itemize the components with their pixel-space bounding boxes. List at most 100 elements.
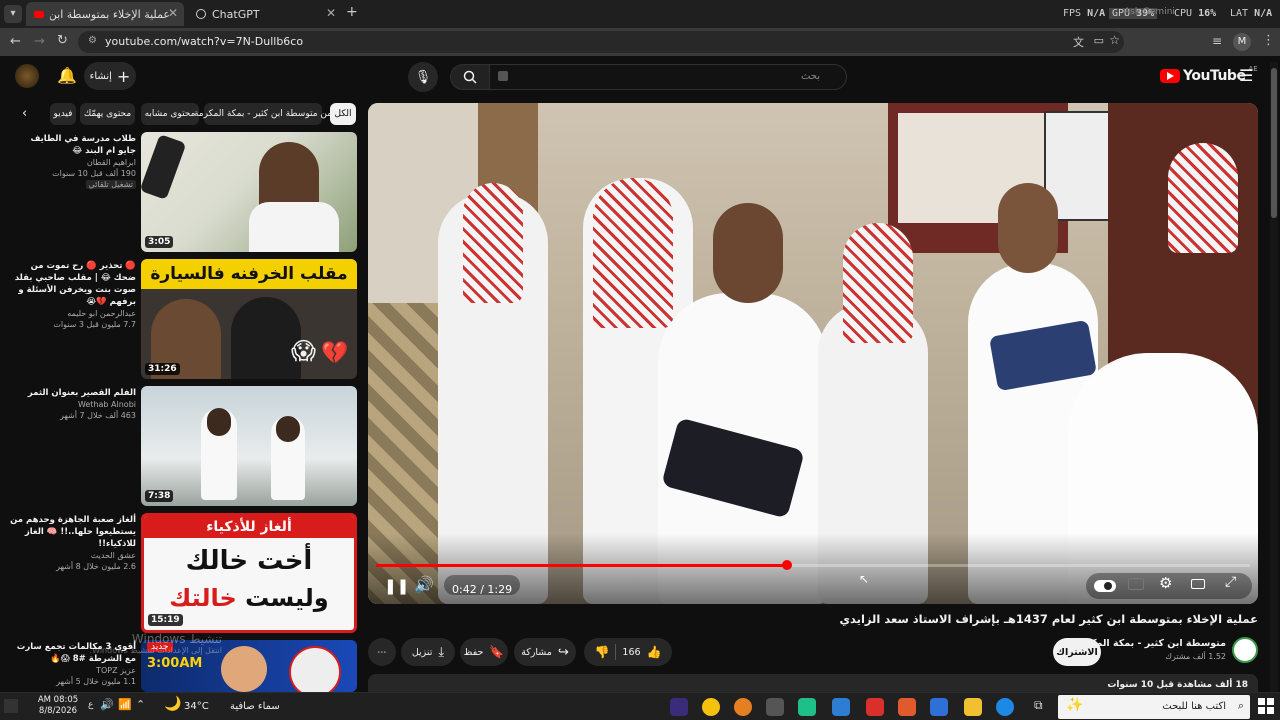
windows-activation-watermark: تنشيط Windows انتقل إلى الإعدادات لتنشيط… bbox=[62, 632, 222, 655]
chip-for-you[interactable]: محتوى يهمّك bbox=[80, 103, 135, 125]
app-icon[interactable] bbox=[898, 698, 916, 716]
clock[interactable]: AM 08:05 8/8/2026 bbox=[34, 695, 82, 717]
related-item[interactable]: طلاب مدرسة في الطايف جايو ام البند 😂 ابر… bbox=[10, 133, 136, 190]
back-icon[interactable]: ← bbox=[10, 34, 21, 49]
windows-start-icon[interactable] bbox=[1258, 698, 1274, 714]
taskbar-search-box[interactable]: ✨ اكتب هنا للبحث ⌕ bbox=[1058, 695, 1250, 719]
share-button[interactable]: مشاركة ↪ bbox=[514, 638, 576, 666]
scrubber-handle[interactable] bbox=[781, 560, 792, 570]
volume-tray-icon[interactable]: 🔊 bbox=[100, 698, 114, 711]
task-view-icon[interactable]: ⧉ bbox=[1034, 698, 1043, 713]
search-input[interactable]: بحث bbox=[489, 64, 847, 90]
weather-description[interactable]: سماء صافية bbox=[230, 701, 280, 712]
reload-icon[interactable]: ↻ bbox=[57, 33, 68, 48]
create-label: إنشاء bbox=[89, 70, 112, 82]
save-button[interactable]: حفظ 🔖 bbox=[460, 638, 508, 666]
like-icon[interactable]: 👍 bbox=[647, 645, 662, 659]
chips-scroll-left-icon[interactable]: ‹ bbox=[22, 106, 27, 121]
youtube-favicon-icon bbox=[34, 10, 44, 18]
theater-mode-icon[interactable] bbox=[1191, 579, 1205, 589]
site-info-icon[interactable]: ⚙ bbox=[88, 35, 97, 46]
tab-youtube[interactable]: عملية الإخلاء بمتوسطة ابن كثير ✕ bbox=[26, 2, 184, 26]
app-icon[interactable] bbox=[866, 698, 884, 716]
subscribe-button[interactable]: الاشتراك bbox=[1053, 638, 1101, 666]
notification-center-icon[interactable] bbox=[4, 699, 18, 713]
gemini-overlay: Ask Gemini bbox=[1124, 7, 1175, 17]
video-student-face bbox=[998, 183, 1058, 273]
dislike-icon[interactable]: 👎 bbox=[594, 645, 609, 659]
scrollbar-thumb[interactable] bbox=[1271, 68, 1277, 218]
time-text: 0:42 / 1:29 bbox=[452, 583, 513, 596]
language-indicator[interactable]: ع bbox=[88, 700, 93, 710]
notifications-bell-icon[interactable]: 🔔 bbox=[57, 66, 77, 85]
close-icon[interactable]: ✕ bbox=[168, 6, 178, 20]
close-icon[interactable]: ✕ bbox=[326, 6, 336, 20]
tray-overflow-icon[interactable]: ⌃ bbox=[136, 698, 145, 711]
chip-related[interactable]: محتوى مشابه bbox=[141, 103, 199, 125]
autoplay-badge: تشغيل تلقائي bbox=[85, 180, 136, 189]
chip-from-channel[interactable]: من متوسطة ابن كثير - بمكة المكرمة bbox=[194, 103, 332, 125]
related-thumbnail[interactable]: 7:38 bbox=[141, 386, 357, 506]
account-avatar[interactable] bbox=[15, 64, 39, 88]
channel-avatar[interactable] bbox=[1232, 637, 1258, 663]
address-bar[interactable]: ⚙ youtube.com/watch?v=7N-Dullb6co 文 ▭ ☆ bbox=[78, 31, 1124, 53]
related-title: الفلم القصير بعنوان الثمر bbox=[27, 388, 136, 398]
browser-menu-icon[interactable]: ⋮ bbox=[1262, 33, 1275, 48]
file-explorer-icon[interactable] bbox=[964, 698, 982, 716]
bookmark-star-icon[interactable]: ☆ bbox=[1109, 33, 1120, 47]
hud-cpu: CPU 16% bbox=[1174, 8, 1217, 19]
progress-bar[interactable] bbox=[376, 560, 1250, 570]
autoplay-toggle[interactable] bbox=[1094, 580, 1116, 592]
chip-all[interactable]: الكل bbox=[330, 103, 356, 125]
store-icon[interactable] bbox=[832, 698, 850, 716]
settings-icon[interactable] bbox=[766, 698, 784, 716]
forward-icon[interactable]: → bbox=[34, 34, 45, 49]
like-dislike-group: 👎 166 👍 bbox=[584, 638, 672, 666]
profile-avatar[interactable]: M bbox=[1233, 33, 1251, 51]
volume-icon[interactable]: 🔊 bbox=[414, 575, 434, 594]
tab-title: ChatGPT bbox=[212, 7, 260, 21]
network-tray-icon[interactable]: 📶 bbox=[118, 698, 132, 711]
duration-badge: 31:26 bbox=[145, 363, 180, 375]
weather-temp[interactable]: 34°C bbox=[184, 701, 209, 712]
more-actions-button[interactable]: ⋯ bbox=[368, 638, 396, 666]
edge-icon[interactable] bbox=[996, 698, 1014, 716]
related-thumbnail[interactable]: مقلب الخرفنه فالسيارة 😱 💔 31:26 bbox=[141, 259, 357, 379]
translate-icon[interactable]: 文 bbox=[1073, 34, 1084, 50]
video-player[interactable]: ❚❚ 🔊 0:42 / 1:29 ⚙ ⤢ bbox=[368, 103, 1258, 604]
search-button[interactable] bbox=[450, 64, 490, 90]
keyboard-icon[interactable] bbox=[498, 71, 508, 81]
shocked-emoji-icon: 😱 bbox=[291, 337, 317, 365]
tab-search-button[interactable]: ▾ bbox=[4, 5, 22, 23]
chip-video[interactable]: فيديو bbox=[50, 103, 76, 125]
new-tab-button[interactable]: + bbox=[346, 4, 358, 20]
download-button[interactable]: تنزيل ⤓ bbox=[401, 638, 455, 666]
related-thumbnail[interactable]: 3:05 bbox=[141, 132, 357, 252]
voice-search-button[interactable]: 🎙 bbox=[408, 62, 438, 92]
fullscreen-icon[interactable]: ⤢ bbox=[1225, 574, 1236, 590]
video-student-face bbox=[713, 203, 783, 303]
guide-menu-icon[interactable]: ☰ bbox=[1239, 66, 1253, 85]
time-display: 0:42 / 1:29 bbox=[444, 575, 521, 596]
settings-gear-icon[interactable]: ⚙ bbox=[1159, 574, 1172, 592]
browser-icon[interactable] bbox=[734, 698, 752, 716]
chrome-icon[interactable] bbox=[702, 698, 720, 716]
channel-name[interactable]: متوسطة ابن كثير - بمكة المكرمة bbox=[1073, 638, 1226, 649]
related-thumbnail[interactable]: ألغاز للأذكياء أخت خالك وليست خالتك 15:1… bbox=[141, 513, 357, 633]
pause-icon[interactable]: ❚❚ bbox=[384, 577, 409, 595]
related-item[interactable]: 🔴 تحذير 🔴 رح تموت من ضحك 😂 | مقلب صاحبي … bbox=[10, 260, 136, 330]
bookmark-icon: 🔖 bbox=[489, 645, 505, 659]
app-icon[interactable] bbox=[798, 698, 816, 716]
cast-icon[interactable]: ▭ bbox=[1094, 34, 1104, 47]
app-icon[interactable] bbox=[670, 698, 688, 716]
subtitles-icon[interactable] bbox=[1128, 578, 1144, 590]
related-item[interactable]: ألغاز صعبة الجاهزة وحدهم من يستطيعوا حله… bbox=[10, 514, 136, 572]
tab-chatgpt[interactable]: ChatGPT ✕ bbox=[188, 2, 342, 26]
mail-icon[interactable] bbox=[930, 698, 948, 716]
weather-moon-icon[interactable]: 🌙 bbox=[164, 696, 181, 712]
hud-fps: FPS N/A bbox=[1063, 8, 1106, 19]
related-item[interactable]: الفلم القصير بعنوان الثمر Wethab Alnobi … bbox=[10, 387, 136, 421]
create-button[interactable]: إنشاء + bbox=[84, 62, 136, 90]
page-scrollbar[interactable] bbox=[1270, 62, 1278, 692]
reading-list-icon[interactable]: ≡ bbox=[1212, 34, 1222, 48]
